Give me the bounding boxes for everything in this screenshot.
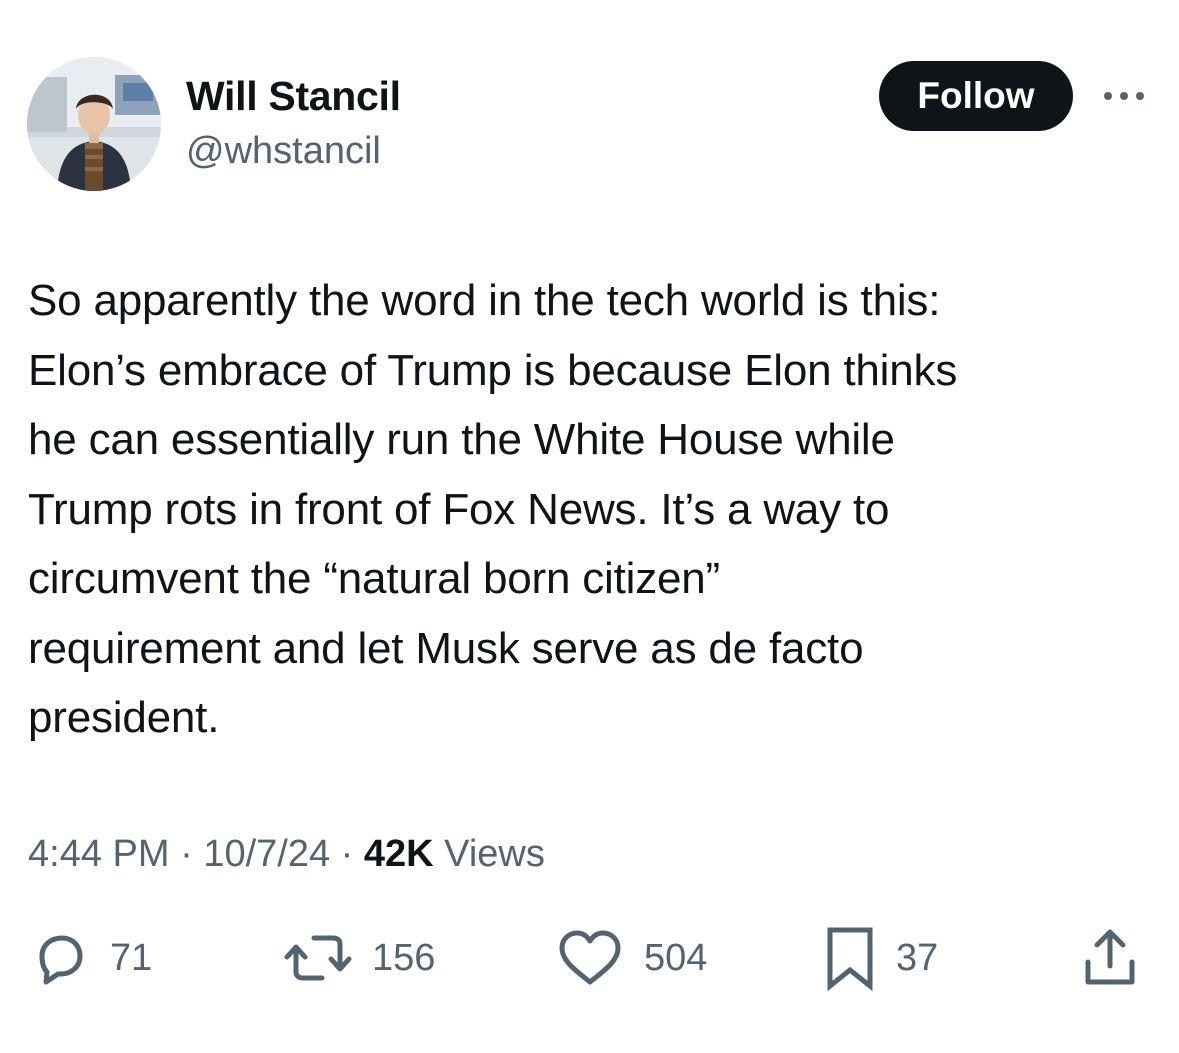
more-horizontal-icon[interactable] — [1100, 84, 1152, 108]
tweet-time[interactable]: 4:44 PM — [28, 833, 170, 875]
repost-button[interactable]: 156 — [282, 920, 435, 996]
tweet-header: Will Stancil @whstancil Follow — [0, 0, 1179, 200]
follow-button[interactable]: Follow — [879, 61, 1073, 131]
share-upload-icon — [1085, 929, 1135, 985]
tweet-date[interactable]: 10/7/24 — [203, 833, 330, 875]
meta-separator: · — [340, 833, 354, 875]
reply-bubble-icon — [39, 935, 83, 985]
repost-count: 156 — [372, 937, 436, 979]
like-button[interactable]: 504 — [554, 920, 707, 996]
views-label[interactable]: Views — [444, 833, 545, 875]
action-bar: 71 156 504 37 — [0, 920, 1179, 996]
bookmark-button[interactable]: 37 — [822, 920, 938, 996]
author-name[interactable]: Will Stancil — [186, 72, 401, 120]
author-handle[interactable]: @whstancil — [186, 128, 381, 174]
repost-arrows-icon — [284, 935, 352, 981]
tweet-meta: 4:44 PM · 10/7/24 · 42K Views — [28, 830, 545, 878]
avatar-photo — [27, 57, 161, 191]
bookmark-count: 37 — [896, 937, 939, 979]
meta-separator: · — [180, 833, 193, 875]
reply-count: 71 — [110, 937, 153, 979]
like-count: 504 — [644, 937, 708, 979]
views-count[interactable]: 42K — [364, 833, 434, 875]
share-button[interactable] — [1078, 920, 1142, 996]
avatar[interactable] — [27, 57, 161, 191]
reply-button[interactable]: 71 — [28, 920, 152, 996]
tweet-text: So apparently the word in the tech world… — [28, 276, 958, 742]
bookmark-icon — [827, 927, 873, 992]
heart-icon — [559, 930, 621, 985]
